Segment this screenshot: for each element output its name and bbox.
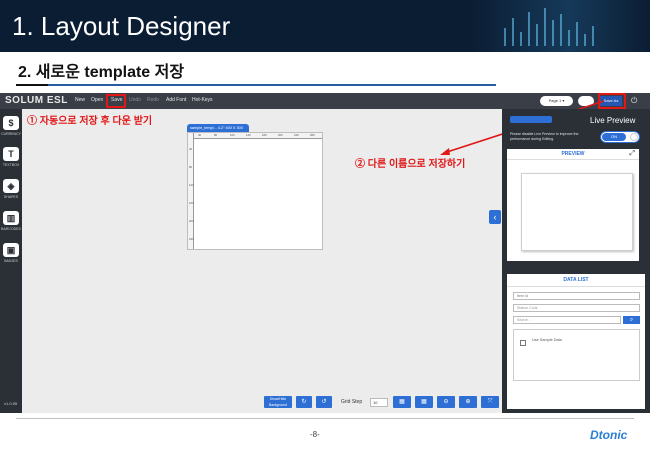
sample-data-checkbox[interactable] bbox=[520, 340, 526, 346]
live-preview-note: Please disable Live Preview to improve t… bbox=[510, 132, 579, 141]
preview-panel: PREVIEW ⤢ bbox=[507, 149, 639, 261]
search-input[interactable]: Search bbox=[513, 316, 621, 324]
brand-logo: Dtonic bbox=[590, 428, 628, 442]
live-preview-tab[interactable] bbox=[510, 116, 552, 123]
redo-icon[interactable]: ↻ bbox=[296, 396, 312, 408]
sample-data-area: Use Sample Data bbox=[513, 329, 640, 381]
footer-divider bbox=[16, 418, 634, 419]
collapse-panel-button[interactable]: ‹ bbox=[489, 210, 501, 224]
fit-screen-icon[interactable]: ⤧ bbox=[481, 396, 499, 408]
live-preview-toggle[interactable]: ON bbox=[600, 131, 640, 143]
toggle-knob bbox=[630, 133, 638, 141]
show-hide-background-button[interactable]: Show/Hide Background bbox=[264, 396, 292, 408]
preview-header: PREVIEW bbox=[507, 149, 639, 160]
subtitle-underline bbox=[16, 84, 496, 86]
station-code-field[interactable]: Station Code bbox=[513, 304, 640, 312]
expand-icon[interactable]: ⤢ bbox=[629, 150, 635, 158]
data-list-header: DATA LIST bbox=[507, 274, 645, 287]
sample-data-label: Use Sample Data bbox=[532, 338, 562, 342]
section-subtitle: 2. 새로운 template 저장 bbox=[18, 64, 185, 81]
preview-image bbox=[521, 173, 633, 251]
toggle-on-label: ON bbox=[602, 133, 626, 141]
page-number: -8- bbox=[310, 430, 320, 439]
data-list-panel: DATA LIST Item Id Station Code Search ⌕ … bbox=[507, 274, 645, 409]
grid-step-label: Grid Step bbox=[341, 399, 363, 405]
zoom-out-icon[interactable]: ⊖ bbox=[437, 396, 455, 408]
item-id-select[interactable]: Item Id bbox=[513, 292, 640, 300]
zoom-in-icon[interactable]: ⊕ bbox=[459, 396, 477, 408]
slide-title: 1. Layout Designer bbox=[12, 11, 231, 41]
banner-decoration bbox=[500, 6, 610, 46]
grid-small-icon[interactable]: ▦ bbox=[393, 396, 411, 408]
app-screenshot: SOLUM ESL New Open Save Undo Redo Add Fo… bbox=[0, 93, 650, 413]
grid-large-icon[interactable]: ▦ bbox=[415, 396, 433, 408]
grid-step-input[interactable]: 10 bbox=[370, 398, 388, 407]
subtitle-underline-accent bbox=[16, 84, 48, 86]
right-panel: Live Preview Please disable Live Preview… bbox=[502, 109, 650, 413]
live-preview-title: Live Preview bbox=[590, 116, 636, 125]
undo-icon[interactable]: ↺ bbox=[316, 396, 332, 408]
search-icon[interactable]: ⌕ bbox=[623, 316, 640, 324]
